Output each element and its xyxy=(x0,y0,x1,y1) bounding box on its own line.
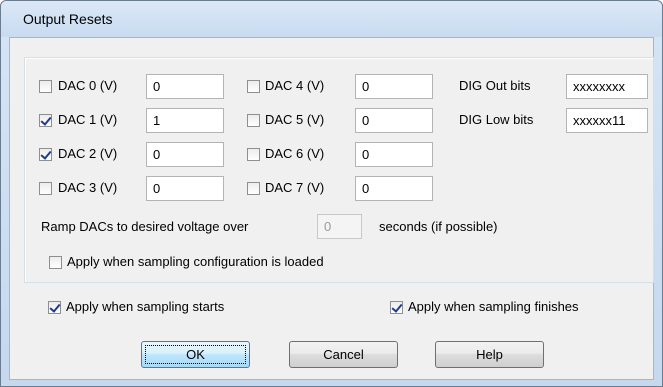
dig-out-bits-input[interactable]: xxxxxxxx xyxy=(566,74,648,99)
dac5-checkbox[interactable] xyxy=(247,114,260,127)
ok-button[interactable]: OK xyxy=(141,341,250,368)
apply-sampling-starts-label: Apply when sampling starts xyxy=(66,299,225,314)
dac4-label: DAC 4 (V) xyxy=(265,78,325,93)
apply-sampling-finishes-label: Apply when sampling finishes xyxy=(408,299,579,314)
apply-config-loaded-checkbox[interactable] xyxy=(49,256,62,269)
ramp-suffix-label: seconds (if possible) xyxy=(379,219,498,234)
apply-config-loaded-label: Apply when sampling configuration is loa… xyxy=(67,254,324,269)
dialog-body: DAC 0 (V) 0 DAC 1 (V) 1 DAC 2 (V) 0 DAC … xyxy=(9,37,654,380)
dac2-checkbox[interactable] xyxy=(39,148,52,161)
dac3-input[interactable]: 0 xyxy=(146,176,224,201)
dac6-input[interactable]: 0 xyxy=(355,142,433,167)
dig-low-bits-input[interactable]: xxxxxx11 xyxy=(566,108,648,133)
dac1-checkbox[interactable] xyxy=(39,114,52,127)
cancel-button[interactable]: Cancel xyxy=(289,341,398,368)
dac7-checkbox[interactable] xyxy=(247,182,260,195)
focus-rect xyxy=(145,345,246,364)
dac0-checkbox[interactable] xyxy=(39,80,52,93)
dig-out-bits-label: DIG Out bits xyxy=(459,78,531,93)
dac2-label: DAC 2 (V) xyxy=(58,146,118,161)
apply-sampling-finishes-checkbox[interactable] xyxy=(390,301,403,314)
ramp-seconds-input[interactable]: 0 xyxy=(317,214,362,239)
dac4-input[interactable]: 0 xyxy=(355,74,433,99)
dac0-input[interactable]: 0 xyxy=(146,74,224,99)
dig-low-bits-label: DIG Low bits xyxy=(459,112,534,127)
dac3-checkbox[interactable] xyxy=(39,182,52,195)
dialog-title: Output Resets xyxy=(23,11,113,27)
dac7-label: DAC 7 (V) xyxy=(265,180,325,195)
help-button[interactable]: Help xyxy=(435,341,544,368)
dac0-label: DAC 0 (V) xyxy=(58,78,118,93)
dac6-checkbox[interactable] xyxy=(247,148,260,161)
output-resets-dialog: Output Resets DAC 0 (V) 0 DAC 1 (V) 1 DA… xyxy=(0,0,663,387)
title-bar[interactable]: Output Resets xyxy=(1,1,662,37)
dac5-label: DAC 5 (V) xyxy=(265,112,325,127)
dac2-input[interactable]: 0 xyxy=(146,142,224,167)
settings-group: DAC 0 (V) 0 DAC 1 (V) 1 DAC 2 (V) 0 DAC … xyxy=(24,57,654,283)
dac1-input[interactable]: 1 xyxy=(146,108,224,133)
apply-sampling-starts-checkbox[interactable] xyxy=(48,301,61,314)
dac5-input[interactable]: 0 xyxy=(355,108,433,133)
dac1-label: DAC 1 (V) xyxy=(58,112,118,127)
dac4-checkbox[interactable] xyxy=(247,80,260,93)
dac7-input[interactable]: 0 xyxy=(355,176,433,201)
dac6-label: DAC 6 (V) xyxy=(265,146,325,161)
ramp-prefix-label: Ramp DACs to desired voltage over xyxy=(41,219,249,234)
dac3-label: DAC 3 (V) xyxy=(58,180,118,195)
